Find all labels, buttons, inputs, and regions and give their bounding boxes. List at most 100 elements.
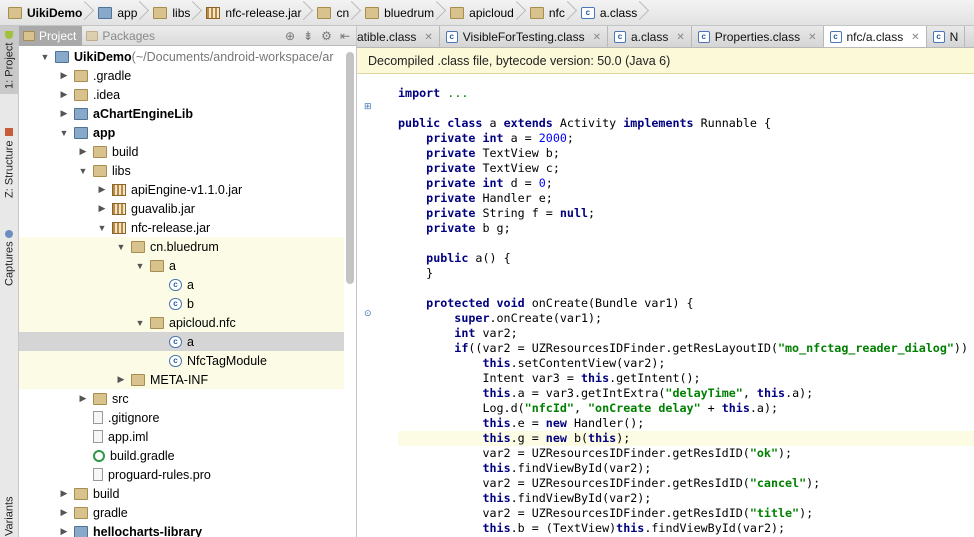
tree-item[interactable]: ▶ META-INF [19,370,344,389]
tab-packages[interactable]: Packages [82,26,161,46]
tree-item[interactable]: ▶ .idea [19,85,344,104]
tree-item[interactable]: ▼ nfc-release.jar [19,218,344,237]
editor-tab[interactable]: c a.class ✕ [608,26,692,47]
tree-item[interactable]: build.gradle [19,446,344,465]
collapsed-arrow-icon[interactable]: ▶ [58,488,70,500]
folder-icon [74,506,88,519]
collapsed-arrow-icon[interactable]: ▶ [58,108,70,120]
breadcrumb-item[interactable]: apicloud [446,0,526,25]
breadcrumb-label: app [117,5,138,20]
collapsed-arrow-icon[interactable]: ▶ [77,393,89,405]
code-token: .a); [749,401,779,415]
collapsed-arrow-icon[interactable]: ▶ [77,146,89,158]
collapsed-arrow-icon[interactable]: ▶ [58,507,70,519]
captures-tool-button[interactable]: Captures [0,222,19,294]
tree-item[interactable]: ▶ guavalib.jar [19,199,344,218]
expanded-arrow-icon[interactable]: ▼ [115,241,127,253]
tree-item[interactable]: ▼ libs [19,161,344,180]
code-token: ); [806,476,821,490]
breadcrumb-item[interactable]: c a.class [577,0,649,25]
tree-item[interactable]: ▼ cn.bluedrum [19,237,344,256]
code-token: Log.d( [398,401,525,415]
breadcrumb-item[interactable]: nfc [526,0,577,25]
project-tool-button[interactable]: 1: Project [0,26,19,94]
tab-project[interactable]: Project [19,25,83,46]
tree-item[interactable]: ▼ app [19,123,344,142]
override-marker-icon[interactable]: ⊙ [364,308,374,318]
collapsed-arrow-icon[interactable]: ▶ [58,89,70,101]
expanded-arrow-icon[interactable]: ▼ [96,222,108,234]
breadcrumb-item[interactable]: bluedrum [361,0,446,25]
editor-tab[interactable]: atible.class ✕ [357,26,440,47]
collapsed-arrow-icon[interactable]: ▶ [58,70,70,82]
tree-item[interactable]: ▶ hellocharts-library [19,522,344,537]
breadcrumb-item[interactable]: UikiDemo [4,0,94,25]
tree-item[interactable]: ▼ UikiDemo (~/Documents/android-workspace… [19,47,344,66]
build-variants-tool-label: Variants [3,496,16,537]
tree-item[interactable]: .gitignore [19,408,344,427]
expanded-arrow-icon[interactable]: ▼ [134,317,146,329]
collapsed-arrow-icon[interactable]: ▶ [58,526,70,537]
project-tree-scrollbar[interactable] [346,52,354,284]
tree-item[interactable]: ca [19,332,344,351]
collapsed-arrow-icon[interactable]: ▶ [115,374,127,386]
breadcrumb-item[interactable]: app [94,0,149,25]
structure-tool-button[interactable]: Z: Structure [0,118,19,208]
tree-item[interactable]: c NfcTagModule [19,351,344,370]
editor-tab[interactable]: c Properties.class ✕ [692,26,824,47]
tree-item[interactable]: ▶ build [19,142,344,161]
close-tab-icon[interactable]: ✕ [424,32,432,43]
code-token: this [721,401,750,415]
editor-tab[interactable]: c nfc/a.class ✕ [823,26,927,47]
hide-panel-icon[interactable]: ⇤ [340,29,350,43]
build-variants-tool-button[interactable]: Variants [0,496,19,537]
tree-item[interactable]: ▶ gradle [19,503,344,522]
tree-item[interactable]: ca [19,275,344,294]
sync-icon[interactable]: ⊕ [285,29,295,43]
editor-gutter[interactable]: ⊞ ⊙ [357,75,393,537]
tree-item[interactable]: ▶ aChartEngineLib [19,104,344,123]
code-view[interactable]: import ... public class a extends Activit… [398,86,974,537]
code-line: this.b = (TextView)this.findViewById(var… [398,521,974,536]
close-tab-icon[interactable]: ✕ [676,32,684,43]
expanded-arrow-icon[interactable]: ▼ [58,127,70,139]
collapsed-arrow-icon[interactable]: ▶ [96,203,108,215]
code-token: Intent var3 = [398,371,581,385]
expanded-arrow-icon[interactable]: ▼ [39,51,51,63]
tree-item[interactable]: ▶ .gradle [19,66,344,85]
tree-item[interactable]: ▼ apicloud.nfc [19,313,344,332]
project-tree[interactable]: ▼ UikiDemo (~/Documents/android-workspace… [19,46,344,537]
breadcrumb-item[interactable]: nfc-release.jar [202,0,313,25]
tree-item[interactable]: ▼ a [19,256,344,275]
expanded-arrow-icon[interactable]: ▼ [77,165,89,177]
breadcrumb-item[interactable]: cn [313,0,361,25]
close-tab-icon[interactable]: ✕ [593,32,601,43]
tree-item[interactable]: ▶ apiEngine-v1.1.0.jar [19,180,344,199]
code-line: this.setContentView(var2); [398,356,974,371]
collapse-all-icon[interactable]: ⇟ [303,29,313,43]
gear-icon[interactable]: ⚙ [321,29,332,43]
editor-tab[interactable]: c VisibleForTesting.class ✕ [440,26,608,47]
close-tab-icon[interactable]: ✕ [808,32,816,43]
tree-item[interactable]: ▶ src [19,389,344,408]
tree-item[interactable]: proguard-rules.pro [19,465,344,484]
close-tab-icon[interactable]: ✕ [911,32,919,43]
collapsed-arrow-icon[interactable]: ▶ [96,184,108,196]
code-token: TextView b; [475,146,560,160]
tree-item[interactable]: ▶ build [19,484,344,503]
editor-tab[interactable]: cN [927,26,966,47]
code-token: this [482,356,511,370]
class-icon: c [169,278,182,291]
tree-item[interactable]: cb [19,294,344,313]
breadcrumb-item[interactable]: libs [149,0,202,25]
code-token: "nfcId" [524,401,574,415]
code-token: this [482,416,511,430]
structure-tool-label: Z: Structure [3,140,16,198]
expanded-arrow-icon[interactable]: ▼ [134,260,146,272]
tree-item[interactable]: app.iml [19,427,344,446]
fold-toggle-icon[interactable]: ⊞ [364,101,374,111]
